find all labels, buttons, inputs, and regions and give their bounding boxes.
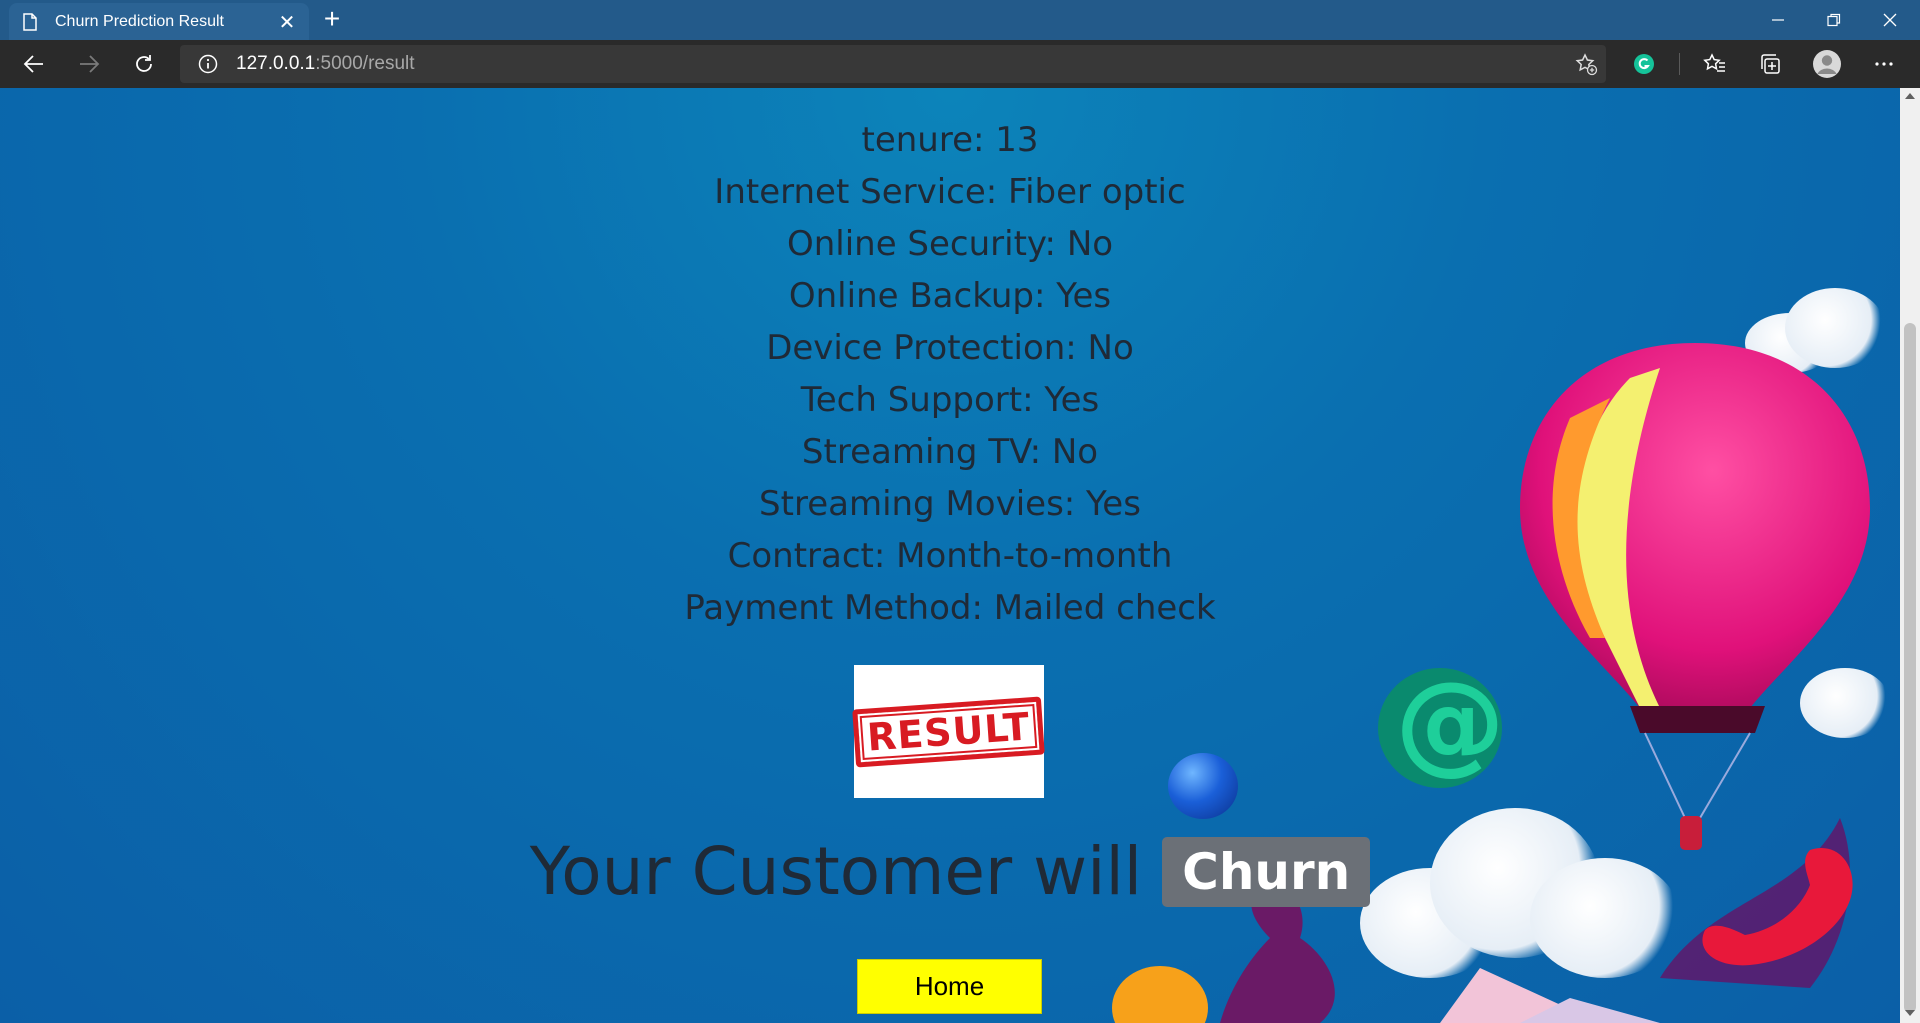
at-sign-image: @ bbox=[1370, 658, 1520, 790]
favorites-icon bbox=[1703, 53, 1725, 72]
result-stamp-text: RESULT bbox=[852, 695, 1046, 768]
result-stamp-image: RESULT bbox=[852, 665, 1046, 798]
address-bar[interactable]: 127.0.0.1:5000/result bbox=[180, 45, 1606, 83]
customer-details-list: tenure: 13 Internet Service: Fiber optic… bbox=[0, 114, 1900, 634]
back-button[interactable] bbox=[18, 48, 50, 80]
profile-button[interactable] bbox=[1811, 48, 1843, 80]
tab-close-button[interactable]: ✕ bbox=[277, 12, 297, 32]
browser-toolbar: 127.0.0.1:5000/result bbox=[0, 40, 1920, 88]
page-icon bbox=[21, 12, 39, 31]
field-streaming-movies: Streaming Movies: Yes bbox=[759, 484, 1141, 524]
refresh-button[interactable] bbox=[128, 48, 160, 80]
settings-menu-button[interactable] bbox=[1868, 48, 1900, 80]
page-scrollbar[interactable] bbox=[1900, 88, 1920, 1023]
back-arrow-icon bbox=[23, 55, 43, 73]
grammarly-icon bbox=[1634, 54, 1654, 74]
avatar-icon bbox=[1813, 50, 1841, 78]
add-favorite-icon[interactable] bbox=[1574, 52, 1598, 76]
collections-button[interactable] bbox=[1754, 48, 1786, 80]
scroll-down-icon[interactable] bbox=[1905, 1010, 1915, 1016]
restore-icon bbox=[1827, 13, 1841, 27]
scroll-thumb[interactable] bbox=[1904, 323, 1916, 1013]
field-internet-service: Internet Service: Fiber optic bbox=[714, 172, 1186, 212]
scroll-up-icon[interactable] bbox=[1905, 93, 1915, 99]
churn-badge: Churn bbox=[1162, 836, 1371, 907]
prediction-verdict: Your Customer will Churn bbox=[0, 833, 1900, 910]
favorites-button[interactable] bbox=[1699, 48, 1731, 80]
browser-titlebar: Churn Prediction Result ✕ + bbox=[0, 0, 1920, 40]
grammarly-extension-button[interactable] bbox=[1628, 48, 1660, 80]
more-options-icon bbox=[1875, 62, 1893, 66]
forward-arrow-icon bbox=[80, 55, 100, 73]
info-icon[interactable] bbox=[180, 54, 236, 74]
home-button[interactable]: Home bbox=[857, 959, 1042, 1014]
field-online-security: Online Security: No bbox=[786, 224, 1114, 264]
toolbar-divider bbox=[1679, 53, 1680, 75]
minimize-button[interactable] bbox=[1750, 0, 1806, 40]
close-window-button[interactable] bbox=[1862, 0, 1918, 40]
url-path: :5000/result bbox=[315, 53, 415, 74]
new-tab-button[interactable]: + bbox=[318, 5, 346, 34]
blue-ball-image bbox=[1168, 753, 1238, 819]
page-viewport: @ tenure: 13 Internet Service: Fiber opt… bbox=[0, 88, 1900, 1023]
refresh-icon bbox=[136, 55, 152, 72]
svg-text:@: @ bbox=[1395, 660, 1505, 786]
tab-title: Churn Prediction Result bbox=[55, 12, 224, 30]
field-contract: Contract: Month-to-month bbox=[727, 536, 1173, 576]
field-tech-support: Tech Support: Yes bbox=[800, 380, 1100, 420]
field-online-backup: Online Backup: Yes bbox=[788, 276, 1112, 316]
field-tenure: tenure: 13 bbox=[861, 120, 1039, 160]
restore-button[interactable] bbox=[1806, 0, 1862, 40]
url-host: 127.0.0.1 bbox=[236, 53, 316, 74]
close-icon bbox=[1883, 13, 1897, 27]
verdict-text: Your Customer will bbox=[529, 833, 1143, 910]
collections-icon bbox=[1761, 54, 1780, 74]
minimize-icon bbox=[1772, 19, 1784, 21]
field-device-protection: Device Protection: No bbox=[766, 328, 1134, 368]
browser-tab[interactable]: Churn Prediction Result ✕ bbox=[9, 3, 309, 40]
field-payment-method: Payment Method: Mailed check bbox=[684, 588, 1216, 628]
field-streaming-tv: Streaming TV: No bbox=[801, 432, 1099, 472]
url-text[interactable]: 127.0.0.1:5000/result bbox=[236, 53, 415, 75]
forward-button[interactable] bbox=[73, 48, 105, 80]
